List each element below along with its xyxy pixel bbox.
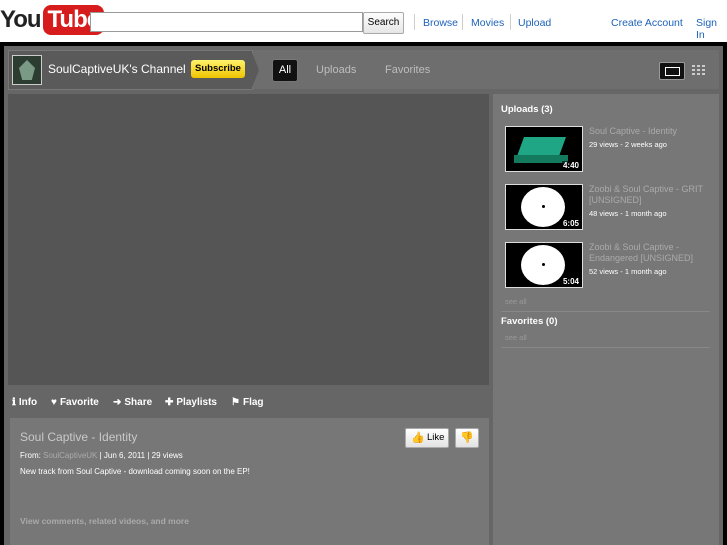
channel-name[interactable]: SoulCaptiveUK's Channel (48, 62, 186, 76)
thumbs-up-icon: 👍 (411, 432, 425, 444)
upload-meta: 52 views - 1 month ago (589, 267, 667, 276)
upload-title[interactable]: Zoobi & Soul Captive - GRIT [UNSIGNED] (589, 184, 713, 206)
uploads-see-all-link[interactable]: see all (505, 297, 527, 306)
arrow-right-icon: ➜ (113, 397, 122, 408)
view-count: | 29 views (147, 451, 183, 460)
upload-title[interactable]: Soul Captive - Identity (589, 126, 713, 137)
video-meta: From: SoulCaptiveUK | Jun 6, 2011 | 29 v… (20, 451, 183, 460)
favorite-tab[interactable]: ♥ Favorite (51, 397, 99, 408)
upload-item[interactable]: 5:04 Zoobi & Soul Captive - Endangered [… (505, 242, 717, 290)
nav-browse[interactable]: Browse (423, 17, 458, 29)
nav-upload[interactable]: Upload (518, 17, 551, 29)
info-icon: ℹ (12, 397, 16, 408)
uploads-heading[interactable]: Uploads (3) (501, 104, 553, 115)
nav-divider (414, 14, 415, 30)
channel-header-arrow (251, 50, 259, 90)
flag-icon: ⚑ (231, 397, 240, 408)
search-button[interactable]: Search (363, 12, 404, 34)
upload-date: | Jun 6, 2011 (99, 451, 146, 460)
duration: 5:04 (561, 277, 580, 286)
nav-movies[interactable]: Movies (471, 17, 504, 29)
upload-meta: 29 views - 2 weeks ago (589, 140, 667, 149)
video-player[interactable] (8, 94, 489, 385)
info-tab[interactable]: ℹ Info (12, 397, 37, 408)
flag-tab[interactable]: ⚑ Flag (231, 397, 264, 408)
favorites-heading[interactable]: Favorites (0) (501, 316, 558, 327)
upload-title[interactable]: Zoobi & Soul Captive - Endangered [UNSIG… (589, 242, 713, 264)
from-label: From: (20, 451, 41, 460)
plus-icon: ✚ (165, 397, 174, 408)
dislike-button[interactable]: 👎 (455, 428, 479, 448)
video-thumbnail[interactable]: 5:04 (505, 242, 583, 288)
subscribe-button[interactable]: Subscribe (191, 60, 245, 78)
player-view-icon[interactable] (659, 62, 685, 80)
avatar[interactable] (12, 55, 42, 85)
playlists-tab[interactable]: ✚ Playlists (165, 397, 217, 408)
divider (501, 311, 710, 312)
video-actions: ℹ Info ♥ Favorite ➜ Share ✚ Playlists ⚑ Flag (8, 389, 489, 415)
tab-favorites[interactable]: Favorites (385, 64, 430, 76)
create-account-link[interactable]: Create Account (611, 17, 683, 29)
logo-you: You (0, 6, 42, 33)
thumbs-down-icon: 👎 (460, 432, 474, 444)
duration: 6:05 (561, 219, 580, 228)
favorites-see-all-link[interactable]: see all (505, 333, 527, 342)
video-thumbnail[interactable]: 4:40 (505, 126, 583, 172)
tab-uploads[interactable]: Uploads (316, 64, 356, 76)
upload-item[interactable]: 4:40 Soul Captive - Identity 29 views - … (505, 126, 717, 174)
video-title: Soul Captive - Identity (20, 430, 138, 444)
sign-in-link[interactable]: Sign In (696, 17, 727, 41)
nav-divider (462, 14, 463, 30)
more-link[interactable]: View comments, related videos, and more (20, 516, 189, 526)
video-description: New track from Soul Captive - download c… (20, 467, 250, 476)
upload-meta: 48 views - 1 month ago (589, 209, 667, 218)
like-label: Like (427, 432, 445, 443)
duration: 4:40 (561, 161, 580, 170)
heart-icon: ♥ (51, 397, 57, 408)
share-tab[interactable]: ➜ Share (113, 397, 152, 408)
video-thumbnail[interactable]: 6:05 (505, 184, 583, 230)
like-button[interactable]: 👍 Like (405, 428, 449, 448)
nav-divider (510, 14, 511, 30)
tab-all[interactable]: All (272, 59, 298, 82)
divider (501, 347, 710, 348)
youtube-logo[interactable]: You Tube (0, 4, 105, 36)
upload-item[interactable]: 6:05 Zoobi & Soul Captive - GRIT [UNSIGN… (505, 184, 717, 232)
search-input[interactable] (90, 12, 363, 32)
uploader-link[interactable]: SoulCaptiveUK (43, 451, 97, 460)
masthead: You Tube Search Browse Movies Upload Cre… (0, 0, 727, 42)
grid-view-icon[interactable] (692, 65, 706, 75)
